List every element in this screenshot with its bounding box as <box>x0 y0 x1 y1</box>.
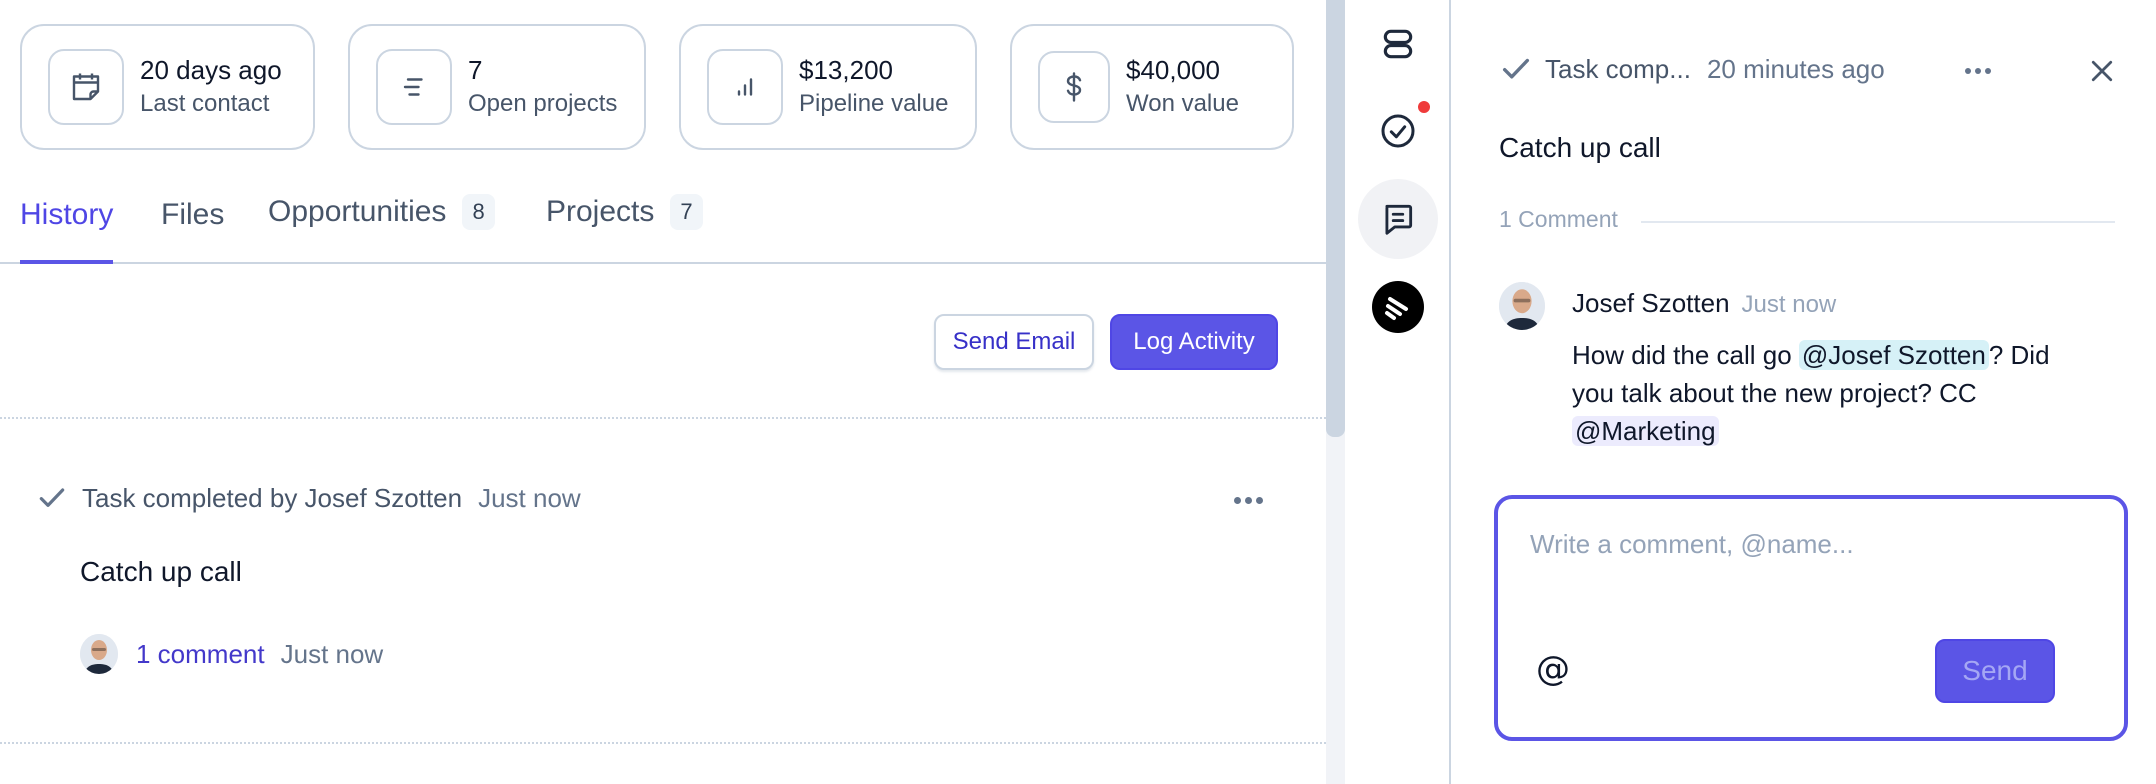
list-icon <box>376 49 452 125</box>
activity-comments: 1 comment Just now <box>80 634 383 674</box>
comment-input[interactable] <box>1530 529 2090 589</box>
task-check-icon <box>1378 111 1418 151</box>
stat-card-last-contact: 20 days ago Last contact <box>20 24 315 150</box>
tab-label: Files <box>161 198 225 231</box>
comment-author: Josef Szotten <box>1572 288 1730 318</box>
tab-label: Projects <box>546 195 655 228</box>
count-badge: 7 <box>670 194 703 230</box>
mention-user[interactable]: @Josef Szotten <box>1798 340 1989 370</box>
stat-card-open-projects: 7 Open projects <box>348 24 646 150</box>
tab-label: History <box>20 198 114 231</box>
divider <box>0 417 1326 419</box>
comment-time: Just now <box>1741 291 1837 318</box>
task-detail-panel: Task comp... 20 minutes ago Catch up cal… <box>1451 0 2156 784</box>
comment-header: Josef Szotten Just now <box>1572 288 1836 319</box>
activity-time: Just now <box>478 482 581 513</box>
tab-label: Opportunities <box>268 195 447 228</box>
app-logo-icon <box>1372 281 1424 333</box>
comment-time: Just now <box>280 638 384 669</box>
tab-projects[interactable]: Projects 7 <box>546 194 703 230</box>
log-activity-button[interactable]: Log Activity <box>1110 314 1278 370</box>
mention-group[interactable]: @Marketing <box>1572 416 1719 446</box>
stat-value: $40,000 <box>1126 55 1220 85</box>
stat-value: $13,200 <box>799 55 893 85</box>
check-icon <box>1499 52 1533 86</box>
more-options-icon[interactable] <box>1234 497 1263 504</box>
side-rail <box>1345 0 1451 784</box>
stat-value: 20 days ago <box>140 55 282 85</box>
divider <box>0 742 1326 744</box>
bar-chart-icon <box>707 49 783 125</box>
tab-files[interactable]: Files <box>161 198 224 232</box>
tab-opportunities[interactable]: Opportunities 8 <box>268 194 495 230</box>
activity-header: Task completed by Josef Szotten Just now <box>36 482 581 514</box>
comment-icon <box>1379 200 1417 238</box>
comment-body: How did the call go @Josef Szotten? Did … <box>1572 336 2092 450</box>
comment-author-avatar <box>1499 282 1545 330</box>
stat-card-won-value: $40,000 Won value <box>1010 24 1294 150</box>
panel-more-options-icon[interactable] <box>1965 68 1991 74</box>
comment-divider <box>1641 221 2115 223</box>
contact-main: 20 days ago Last contact 7 Open projects… <box>0 0 1326 784</box>
panel-task-title: Catch up call <box>1499 132 1661 163</box>
layout-icon <box>1379 25 1417 63</box>
active-tab-indicator <box>20 260 113 264</box>
comment-count: 1 Comment <box>1499 206 1618 232</box>
app-button[interactable] <box>1358 267 1438 347</box>
activity-description: Task completed by Josef Szotten <box>82 482 463 513</box>
check-icon <box>36 482 68 514</box>
stat-card-pipeline-value: $13,200 Pipeline value <box>679 24 977 150</box>
count-badge: 8 <box>462 194 495 230</box>
stat-value: 7 <box>468 55 483 85</box>
tab-history[interactable]: History <box>20 198 113 232</box>
comment-composer: @ Send <box>1494 495 2128 741</box>
activity-title: Catch up call <box>80 556 242 587</box>
stat-label: Last contact <box>140 90 270 117</box>
stat-label: Open projects <box>468 90 618 117</box>
comment-text: How did the call go <box>1572 340 1799 370</box>
tasks-button[interactable] <box>1358 91 1438 171</box>
tab-bar: History Files Opportunities 8 Projects 7 <box>0 180 1326 264</box>
dollar-icon <box>1038 51 1110 123</box>
stat-label: Pipeline value <box>799 90 949 117</box>
calendar-icon <box>48 49 124 125</box>
panel-header-title: Task comp... <box>1545 53 1691 84</box>
panel-header-time: 20 minutes ago <box>1706 53 1885 84</box>
panel-header: Task comp... 20 minutes ago <box>1499 52 1885 86</box>
stat-label: Won value <box>1126 90 1239 117</box>
close-icon[interactable] <box>2087 56 2117 86</box>
send-button[interactable]: Send <box>1935 639 2055 703</box>
comments-button[interactable] <box>1358 179 1438 259</box>
avatar <box>80 634 118 674</box>
comment-count-link[interactable]: 1 comment <box>136 639 265 670</box>
notification-dot <box>1418 101 1430 113</box>
mention-button[interactable]: @ <box>1536 649 1570 689</box>
scrollbar-thumb[interactable] <box>1326 0 1345 437</box>
layout-button[interactable] <box>1358 4 1438 84</box>
send-email-button[interactable]: Send Email <box>934 314 1094 370</box>
